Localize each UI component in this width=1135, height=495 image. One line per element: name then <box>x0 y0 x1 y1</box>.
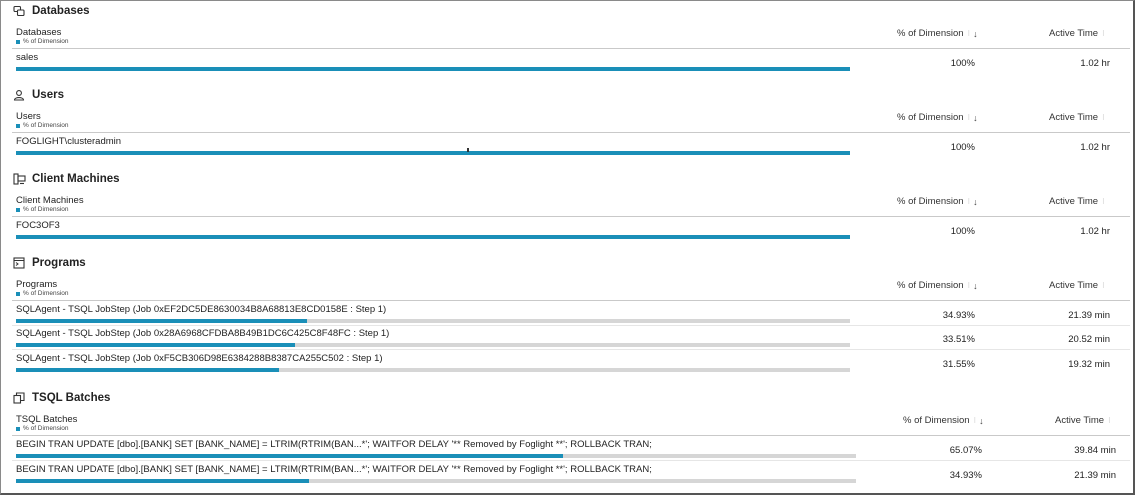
dimension-panel <box>0 0 1135 495</box>
mouse-cursor <box>467 148 469 152</box>
